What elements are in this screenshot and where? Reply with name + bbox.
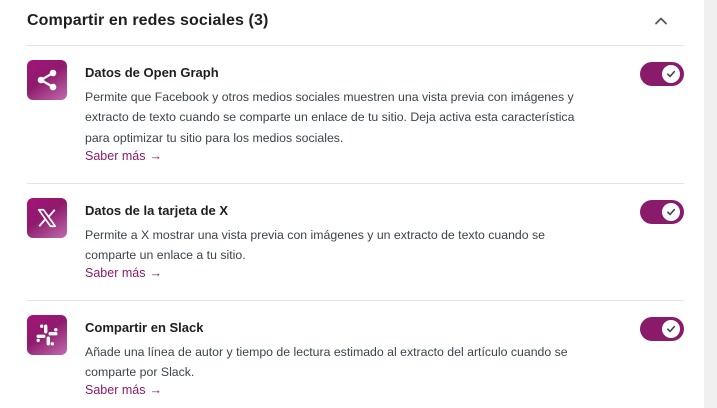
description-line: para optimizar tu sitio para los medios … bbox=[85, 130, 344, 145]
learn-more-link[interactable]: Saber más → bbox=[85, 149, 162, 163]
section-header[interactable]: Compartir en redes sociales (3) bbox=[27, 0, 684, 46]
feature-description: Permite a X mostrar una vista previa con… bbox=[85, 225, 605, 266]
description-line: Añade una línea de autor y tiempo de lec… bbox=[85, 345, 568, 359]
feature-row-x-card: Datos de la tarjeta de X Permite a X mos… bbox=[27, 184, 684, 301]
arrow-right-icon: → bbox=[149, 266, 162, 280]
x-card-toggle[interactable] bbox=[640, 200, 684, 224]
checkmark-icon bbox=[667, 325, 676, 333]
description-line: Permite que Facebook y otros medios soci… bbox=[85, 90, 574, 104]
learn-more-link[interactable]: Saber más → bbox=[85, 383, 162, 397]
learn-more-label: Saber más bbox=[85, 266, 146, 280]
toggle-knob bbox=[662, 320, 680, 338]
feature-row-slack: Compartir en Slack Añade una línea de au… bbox=[27, 301, 684, 408]
description-line: comparte un enlace a tu sitio. bbox=[85, 248, 246, 263]
toggle-knob bbox=[662, 203, 680, 221]
feature-title: Datos de la tarjeta de X bbox=[85, 203, 229, 218]
description-line: Permite a X mostrar una vista previa con… bbox=[85, 228, 546, 242]
feature-title: Compartir en Slack bbox=[85, 320, 204, 335]
scrollbar-track[interactable] bbox=[704, 0, 717, 408]
learn-more-label: Saber más bbox=[85, 149, 146, 163]
slack-toggle[interactable] bbox=[640, 317, 684, 341]
feature-row-open-graph: Datos de Open Graph Permite que Facebook… bbox=[27, 46, 684, 184]
feature-description: Permite que Facebook y otros medios soci… bbox=[85, 87, 605, 148]
slack-icon bbox=[27, 315, 67, 355]
social-sharing-panel: Compartir en redes sociales (3) Datos de… bbox=[0, 0, 704, 408]
learn-more-link[interactable]: Saber más → bbox=[85, 266, 162, 280]
x-logo-icon bbox=[27, 198, 67, 238]
description-line: comparte por Slack. bbox=[85, 365, 195, 380]
toggle-knob bbox=[662, 65, 680, 83]
description-line: extracto de texto cuando se comparte un … bbox=[85, 110, 575, 125]
section-title: Compartir en redes sociales (3) bbox=[27, 12, 269, 29]
arrow-right-icon: → bbox=[149, 149, 162, 163]
feature-description: Añade una línea de autor y tiempo de lec… bbox=[85, 342, 605, 383]
chevron-up-icon[interactable] bbox=[652, 12, 670, 30]
checkmark-icon bbox=[667, 70, 676, 78]
learn-more-label: Saber más bbox=[85, 383, 146, 397]
arrow-right-icon: → bbox=[149, 383, 162, 397]
feature-title: Datos de Open Graph bbox=[85, 65, 219, 80]
checkmark-icon bbox=[667, 208, 676, 216]
open-graph-toggle[interactable] bbox=[640, 62, 684, 86]
share-icon bbox=[27, 60, 67, 100]
